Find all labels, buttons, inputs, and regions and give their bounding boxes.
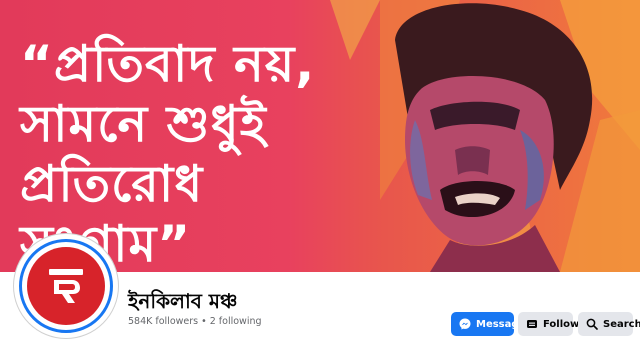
follow-button-label: Follow (543, 318, 580, 330)
follow-button[interactable]: Follow (518, 312, 579, 336)
search-button[interactable]: Search (578, 312, 640, 336)
avatar-logo (27, 247, 105, 325)
messenger-icon (459, 318, 471, 330)
cover-photo[interactable]: “প্রতিবাদ নয়, সামনে শুধুই প্রতিরোধ সংগ্… (0, 0, 640, 272)
search-icon (586, 318, 598, 330)
message-button[interactable]: Message (451, 312, 525, 336)
follow-icon (527, 320, 537, 328)
avatar[interactable] (19, 239, 113, 333)
page-logo-icon (49, 269, 83, 303)
search-button-label: Search (603, 318, 640, 330)
page-follower-stats[interactable]: 584K followers • 2 following (128, 316, 262, 327)
